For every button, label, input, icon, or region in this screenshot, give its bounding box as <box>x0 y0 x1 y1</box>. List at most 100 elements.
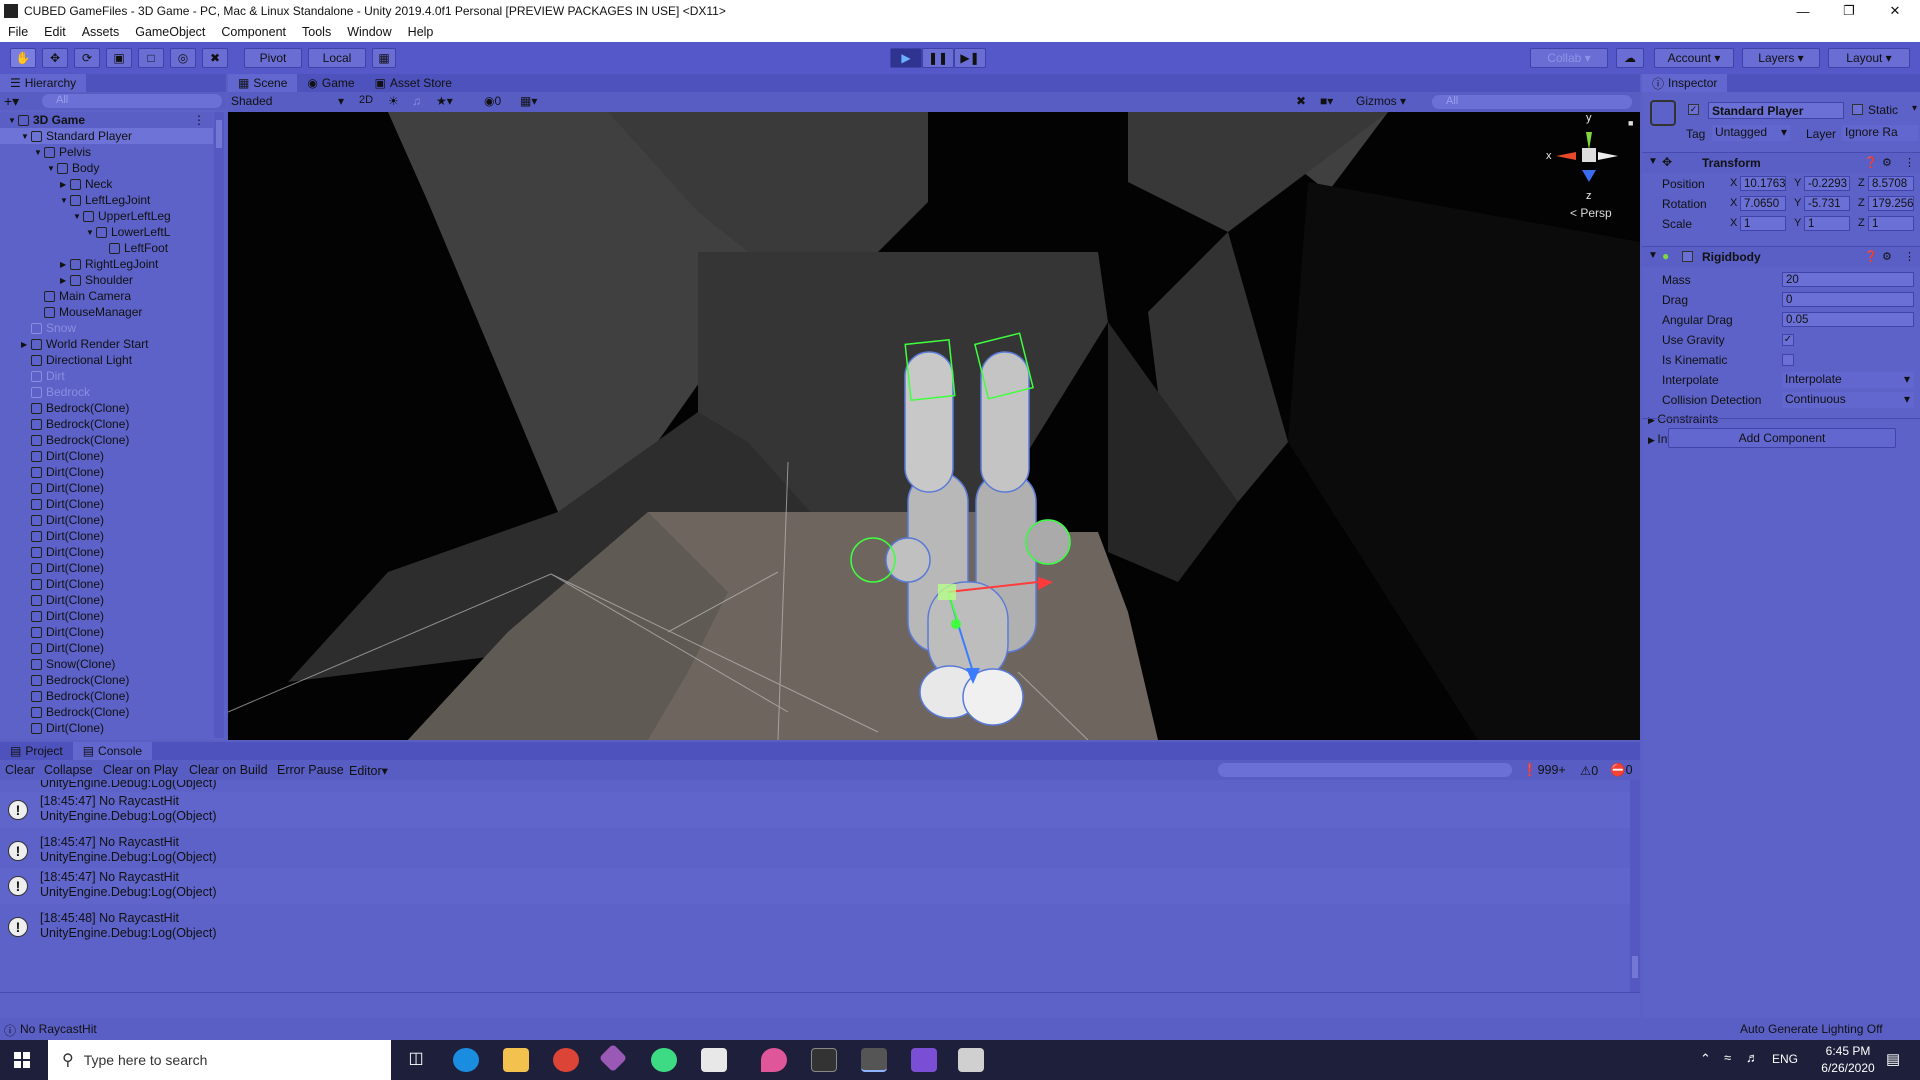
hierarchy-item[interactable]: ▼ LowerLeftL <box>0 224 213 240</box>
restore-button[interactable]: ❐ <box>1826 0 1872 22</box>
chrome-icon[interactable] <box>553 1048 579 1072</box>
hierarchy-item[interactable]: ▶ RightLegJoint <box>0 256 213 272</box>
error-count-toggle[interactable]: ⛔0 <box>1610 763 1633 778</box>
language-indicator[interactable]: ENG <box>1772 1052 1798 1066</box>
is-kinematic-checkbox[interactable] <box>1782 354 1794 366</box>
menu-window[interactable]: Window <box>339 25 399 39</box>
collab-dropdown[interactable]: Collab ▾ <box>1530 48 1608 68</box>
tray-chevron-icon[interactable]: ⌃ <box>1700 1051 1711 1067</box>
tab-asset-store[interactable]: ▣ Asset Store <box>365 74 462 92</box>
visual-studio-icon[interactable] <box>911 1048 937 1072</box>
rotate-tool-icon[interactable]: ⟳ <box>74 48 100 68</box>
console-partial-row[interactable]: UnityEngine.Debug:Log(Object) <box>0 780 1630 792</box>
angular-drag-field[interactable]: 0.05 <box>1782 312 1914 327</box>
transform-tool-icon[interactable]: ◎ <box>170 48 196 68</box>
step-button[interactable]: ▶❚ <box>954 48 986 68</box>
pause-button[interactable]: ❚❚ <box>922 48 954 68</box>
hierarchy-item[interactable]: ▼ 3D Game ⋮ <box>0 112 213 128</box>
tab-console[interactable]: ▤ Console <box>72 742 153 760</box>
hierarchy-item[interactable]: Dirt(Clone) <box>0 624 213 640</box>
unity-icon[interactable] <box>811 1048 837 1072</box>
play-button[interactable]: ▶ <box>890 48 922 68</box>
notification-icon[interactable]: ▤ <box>1886 1050 1900 1068</box>
hierarchy-item[interactable]: Bedrock(Clone) <box>0 400 213 416</box>
log-count-toggle[interactable]: ❗999+ <box>1522 763 1566 778</box>
rigidbody-header[interactable]: ▼ ● Rigidbody ❓ ⚙ ⋮ <box>1642 247 1920 267</box>
scale-z-field[interactable]: 1 <box>1868 216 1914 231</box>
move-tool-icon[interactable]: ✥ <box>42 48 68 68</box>
cloud-icon[interactable]: ☁ <box>1616 48 1644 68</box>
add-object-button[interactable]: +▾ <box>4 93 19 110</box>
close-button[interactable]: ✕ <box>1872 0 1918 22</box>
start-windows-icon[interactable] <box>14 1052 30 1068</box>
use-gravity-checkbox[interactable]: ✓ <box>1782 334 1794 346</box>
hierarchy-item[interactable]: Dirt(Clone) <box>0 576 213 592</box>
lighting-icon[interactable]: ☀ <box>388 94 399 108</box>
tab-scene[interactable]: ▦ Scene <box>228 74 298 92</box>
menu-tools[interactable]: Tools <box>294 25 339 39</box>
more-icon[interactable]: ⋮ <box>1904 250 1915 263</box>
expand-arrow-icon[interactable]: ▼ <box>73 212 83 221</box>
pivot-toggle[interactable]: Pivot <box>244 48 302 68</box>
local-toggle[interactable]: Local <box>308 48 366 68</box>
console-entry[interactable]: ! [18:45:47] No RaycastHit UnityEngine.Deb… <box>0 868 1630 904</box>
position-z-field[interactable]: 8.5708 <box>1868 176 1914 191</box>
scene-search-input[interactable]: All <box>1432 95 1632 109</box>
2d-toggle[interactable]: 2D <box>354 94 378 110</box>
hierarchy-item[interactable]: Directional Light <box>0 352 213 368</box>
grid-icon[interactable]: ▦▾ <box>520 94 537 108</box>
clear-button[interactable]: Clear <box>5 763 35 777</box>
hierarchy-item[interactable]: Dirt(Clone) <box>0 592 213 608</box>
static-dropdown-arrow[interactable]: ▾ <box>1912 103 1917 114</box>
hierarchy-item[interactable]: Snow <box>0 320 213 336</box>
menu-gameobject[interactable]: GameObject <box>127 25 213 39</box>
hidden-objects-toggle[interactable]: ◉0 <box>484 94 501 108</box>
paint-app-icon[interactable] <box>761 1048 787 1072</box>
hierarchy-item[interactable]: Bedrock(Clone) <box>0 688 213 704</box>
hierarchy-item[interactable]: ▼ Standard Player <box>0 128 213 144</box>
expand-arrow-icon[interactable]: ▼ <box>47 164 57 173</box>
snap-icon[interactable]: ▦ <box>372 48 396 68</box>
more-icon[interactable]: ⋮ <box>1904 156 1915 169</box>
tab-inspector[interactable]: ⓘ Inspector <box>1642 74 1728 92</box>
interpolate-dropdown[interactable]: Interpolate ▾ <box>1782 372 1914 388</box>
status-message[interactable]: No RaycastHit <box>20 1022 97 1036</box>
console-entry[interactable]: ! [18:45:48] No RaycastHit UnityEngine.Deb… <box>0 909 1630 945</box>
menu-component[interactable]: Component <box>213 25 294 39</box>
gitkraken-icon[interactable] <box>598 1043 628 1073</box>
hierarchy-item[interactable]: Dirt(Clone) <box>0 528 213 544</box>
expand-arrow-icon[interactable]: ▶ <box>60 276 70 285</box>
hierarchy-item[interactable]: Dirt(Clone) <box>0 512 213 528</box>
gizmos-dropdown[interactable]: Gizmos ▾ <box>1356 94 1406 108</box>
error-pause-button[interactable]: Error Pause <box>277 763 344 777</box>
clock-date[interactable]: 6/26/2020 <box>1816 1061 1880 1075</box>
static-checkbox[interactable] <box>1852 104 1863 115</box>
help-icon[interactable]: ❓ <box>1864 250 1878 263</box>
layer-dropdown[interactable]: Ignore Ra <box>1842 125 1918 141</box>
clear-on-build-button[interactable]: Clear on Build <box>189 763 268 777</box>
menu-assets[interactable]: Assets <box>74 25 128 39</box>
expand-arrow-icon[interactable]: ▶ <box>60 180 70 189</box>
hierarchy-item[interactable]: Dirt(Clone) <box>0 480 213 496</box>
lock-icon[interactable]: ■ <box>1628 118 1633 128</box>
orientation-gizmo[interactable]: y x z < Persp ■ <box>1546 112 1636 222</box>
audio-icon[interactable]: ♫ <box>412 94 421 108</box>
hierarchy-item[interactable]: Dirt(Clone) <box>0 464 213 480</box>
constraints-foldout[interactable]: ▶ Constraints <box>1648 412 1718 426</box>
console-entry[interactable]: ! [18:45:47] No RaycastHit UnityEngine.Deb… <box>0 792 1630 828</box>
position-x-field[interactable]: 10.1763 <box>1740 176 1786 191</box>
map-app-icon[interactable] <box>651 1048 677 1072</box>
hierarchy-search-input[interactable]: All <box>42 94 222 108</box>
tab-hierarchy[interactable]: ☰ Hierarchy <box>0 74 87 92</box>
hierarchy-item[interactable]: Bedrock(Clone) <box>0 704 213 720</box>
hierarchy-item[interactable]: Main Camera <box>0 288 213 304</box>
expand-arrow-icon[interactable]: ▼ <box>8 116 18 125</box>
hierarchy-item[interactable]: ▼ UpperLeftLeg <box>0 208 213 224</box>
menu-help[interactable]: Help <box>400 25 442 39</box>
minimize-button[interactable]: — <box>1780 0 1826 22</box>
tools-icon[interactable]: ✖ <box>1296 94 1306 108</box>
scene-more-icon[interactable]: ⋮ <box>193 113 205 127</box>
help-icon[interactable]: ❓ <box>1864 156 1878 169</box>
hierarchy-item[interactable]: Dirt(Clone) <box>0 560 213 576</box>
transform-header[interactable]: ▼ ✥ Transform ❓ ⚙ ⋮ <box>1642 153 1920 173</box>
